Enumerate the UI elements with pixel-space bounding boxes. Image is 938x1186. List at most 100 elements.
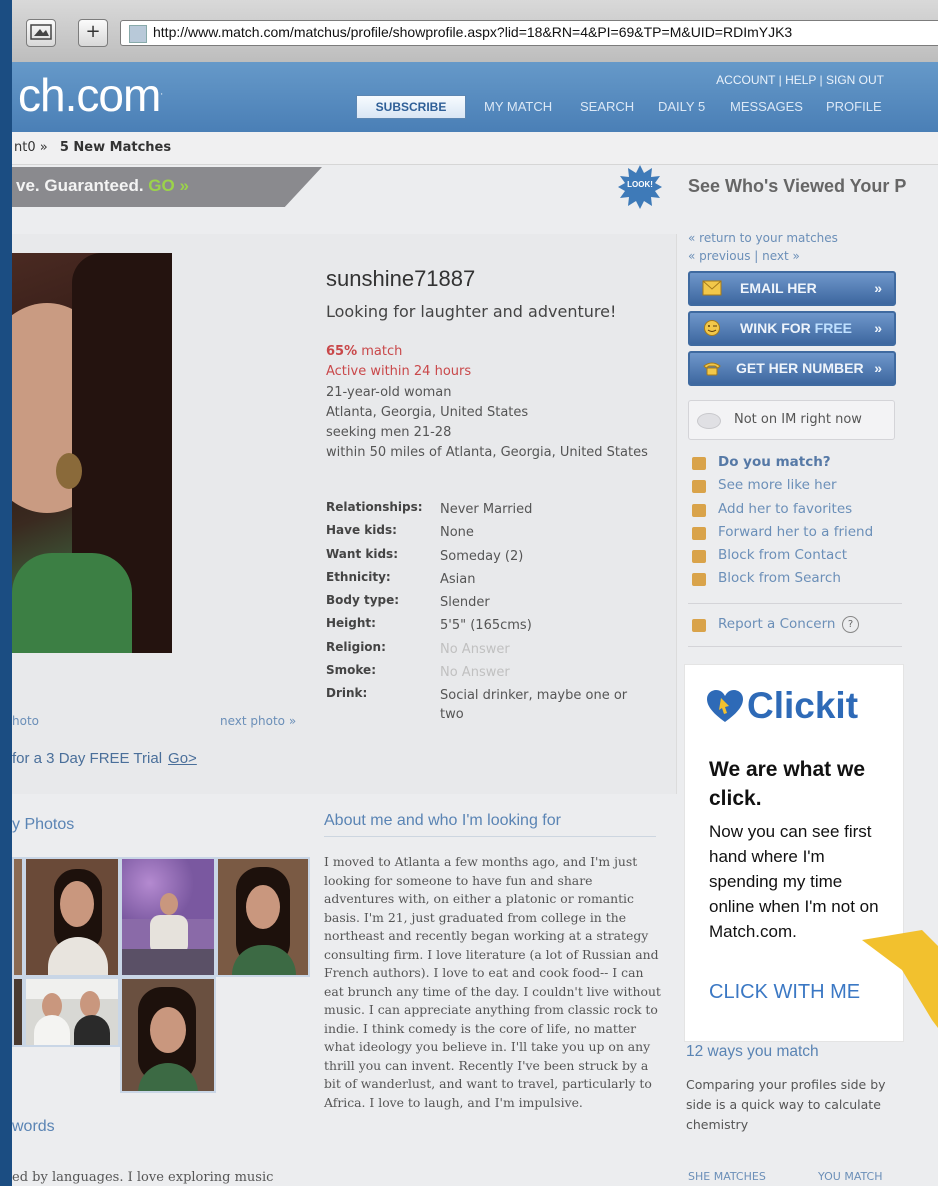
return-to-matches-link[interactable]: « return to your matches — [688, 229, 838, 247]
promo-go-link[interactable]: GO » — [148, 176, 189, 195]
photo-thumbnail[interactable] — [24, 857, 120, 977]
look-badge[interactable]: LOOK! — [617, 164, 663, 210]
divider — [688, 646, 902, 647]
nav-daily5[interactable]: DAILY 5 — [658, 99, 705, 114]
nav-messages[interactable]: MESSAGES — [730, 99, 803, 114]
wink-smiley-icon — [704, 320, 720, 336]
next-photo-link[interactable]: next photo » — [220, 714, 296, 728]
get-her-number-button[interactable]: GET HER NUMBER » — [688, 351, 896, 386]
detail-label: Drink: — [326, 686, 368, 701]
detail-label: Height: — [326, 616, 376, 631]
nav-my-match[interactable]: MY MATCH — [484, 99, 552, 114]
detail-label: Want kids: — [326, 546, 398, 561]
divider — [688, 603, 902, 604]
email-her-button[interactable]: EMAIL HER » — [688, 271, 896, 306]
new-matches-link[interactable]: 5 New Matches — [60, 140, 171, 155]
nav-search[interactable]: SEARCH — [580, 99, 634, 114]
about-text: I moved to Atlanta a few months ago, and… — [324, 854, 661, 1110]
basic-seeking: seeking men 21-28 — [326, 425, 452, 440]
help-icon[interactable]: ? — [842, 616, 859, 633]
detail-label: Religion: — [326, 639, 386, 654]
detail-value: None — [440, 525, 474, 541]
promo-text[interactable]: ve. Guaranteed. GO » — [16, 176, 189, 196]
breadcrumb[interactable]: nt0 » 5 New Matches — [14, 140, 171, 155]
thumb-face — [246, 885, 280, 929]
free-trial-text: for a 3 Day FREE Trial Go> — [12, 750, 197, 767]
site-header: ch.com. ACCOUNT | HELP | SIGN OUT SUBSCR… — [12, 62, 938, 132]
match-icon — [692, 457, 706, 470]
address-bar[interactable]: http://www.match.com/matchus/profile/sho… — [120, 20, 938, 46]
envelope-icon — [702, 280, 722, 296]
get-her-number-arrow: » — [874, 360, 882, 376]
detail-label: Relationships: — [326, 500, 423, 514]
ad-body: Now you can see first hand where I'm spe… — [709, 822, 879, 941]
match-percentage-value: 65% — [326, 344, 358, 359]
people-icon — [692, 480, 706, 494]
action-label: Forward her to a friend — [718, 523, 874, 540]
browser-window: + http://www.match.com/matchus/profile/s… — [12, 0, 938, 1186]
thumb-ground — [122, 949, 214, 975]
snapback-icon — [30, 24, 52, 40]
ways-you-match-heading[interactable]: 12 ways you match — [686, 1043, 819, 1061]
main-profile-photo[interactable] — [12, 253, 172, 653]
match-navigation: « return to your matches « previous | ne… — [688, 229, 838, 263]
click-with-me-link[interactable]: CLICK WITH ME — [709, 981, 860, 1004]
photo-thumbnail[interactable] — [120, 977, 216, 1093]
profile-basics: 21-year-old woman Atlanta, Georgia, Unit… — [326, 383, 656, 463]
im-status-text: Not on IM right now — [734, 412, 862, 427]
photo-shirt — [12, 553, 132, 653]
wink-text: WINK FOR — [740, 320, 811, 336]
breadcrumb-prefix[interactable]: nt0 » — [14, 140, 48, 155]
photo-thumbnail[interactable] — [120, 857, 216, 977]
action-label: Do you match? — [718, 454, 831, 470]
add-bookmark-button[interactable]: + — [78, 19, 108, 47]
promo-banner: ve. Guaranteed. GO » LOOK! See Who's Vie… — [12, 164, 938, 210]
phone-icon — [703, 362, 721, 376]
detail-label: Smoke: — [326, 663, 376, 678]
subscribe-button[interactable]: SUBSCRIBE — [356, 95, 466, 119]
photo-thumbnail[interactable] — [12, 857, 24, 977]
previous-photo-link[interactable]: hoto — [12, 714, 39, 728]
promo-tagline: ve. Guaranteed. — [16, 176, 144, 195]
browser-toolbar: + http://www.match.com/matchus/profile/s… — [12, 0, 938, 63]
chat-bubble-icon — [697, 413, 721, 429]
next-link[interactable]: next » — [762, 249, 800, 263]
get-her-number-label: GET HER NUMBER — [736, 360, 864, 376]
photo-thumbnail[interactable] — [12, 977, 24, 1047]
you-match-tab[interactable]: YOU MATCH — [818, 1170, 883, 1183]
detail-value: Never Married — [440, 502, 533, 517]
detail-value: Slender — [440, 595, 490, 611]
photo-thumbnail[interactable] — [24, 977, 120, 1047]
about-heading: About me and who I'm looking for — [324, 812, 561, 829]
viewed-you-heading[interactable]: See Who's Viewed Your P — [688, 176, 906, 197]
photo-earring — [56, 453, 82, 489]
photo-thumbnail[interactable] — [216, 857, 310, 977]
profile-headline: Looking for laughter and adventure! — [326, 302, 617, 321]
basic-age-gender: 21-year-old woman — [326, 385, 452, 400]
thumb-face — [60, 881, 94, 927]
previous-link[interactable]: « previous — [688, 249, 750, 263]
site-logo[interactable]: ch.com. — [18, 68, 163, 122]
account-links[interactable]: ACCOUNT | HELP | SIGN OUT — [716, 73, 884, 87]
free-trial-go-link[interactable]: Go> — [168, 750, 197, 767]
ways-you-match-text: Comparing your profiles side by side is … — [686, 1077, 886, 1132]
plus-icon: + — [85, 21, 101, 42]
action-label: Block from Contact — [718, 547, 848, 564]
keywords-heading: words — [12, 1118, 55, 1135]
snapback-button[interactable] — [26, 19, 56, 47]
im-status-box: Not on IM right now — [688, 400, 895, 440]
email-her-label: EMAIL HER — [740, 280, 817, 296]
thumb-clothing — [74, 1015, 110, 1045]
wink-arrow: » — [874, 320, 882, 336]
nav-profile[interactable]: PROFILE — [826, 99, 882, 114]
detail-value: No Answer — [440, 641, 510, 657]
action-label: Add her to favorites — [718, 500, 853, 517]
wink-button[interactable]: WINK FOR FREE » — [688, 311, 896, 346]
favorite-icon — [692, 503, 706, 517]
detail-value: 5'5" (165cms) — [440, 618, 532, 634]
activity-status: Active within 24 hours — [326, 364, 472, 379]
ad-brand-name: Clickit — [747, 685, 859, 726]
url-text[interactable]: http://www.match.com/matchus/profile/sho… — [153, 24, 792, 40]
block-icon — [692, 573, 706, 587]
she-matches-tab[interactable]: SHE MATCHES — [688, 1170, 766, 1183]
